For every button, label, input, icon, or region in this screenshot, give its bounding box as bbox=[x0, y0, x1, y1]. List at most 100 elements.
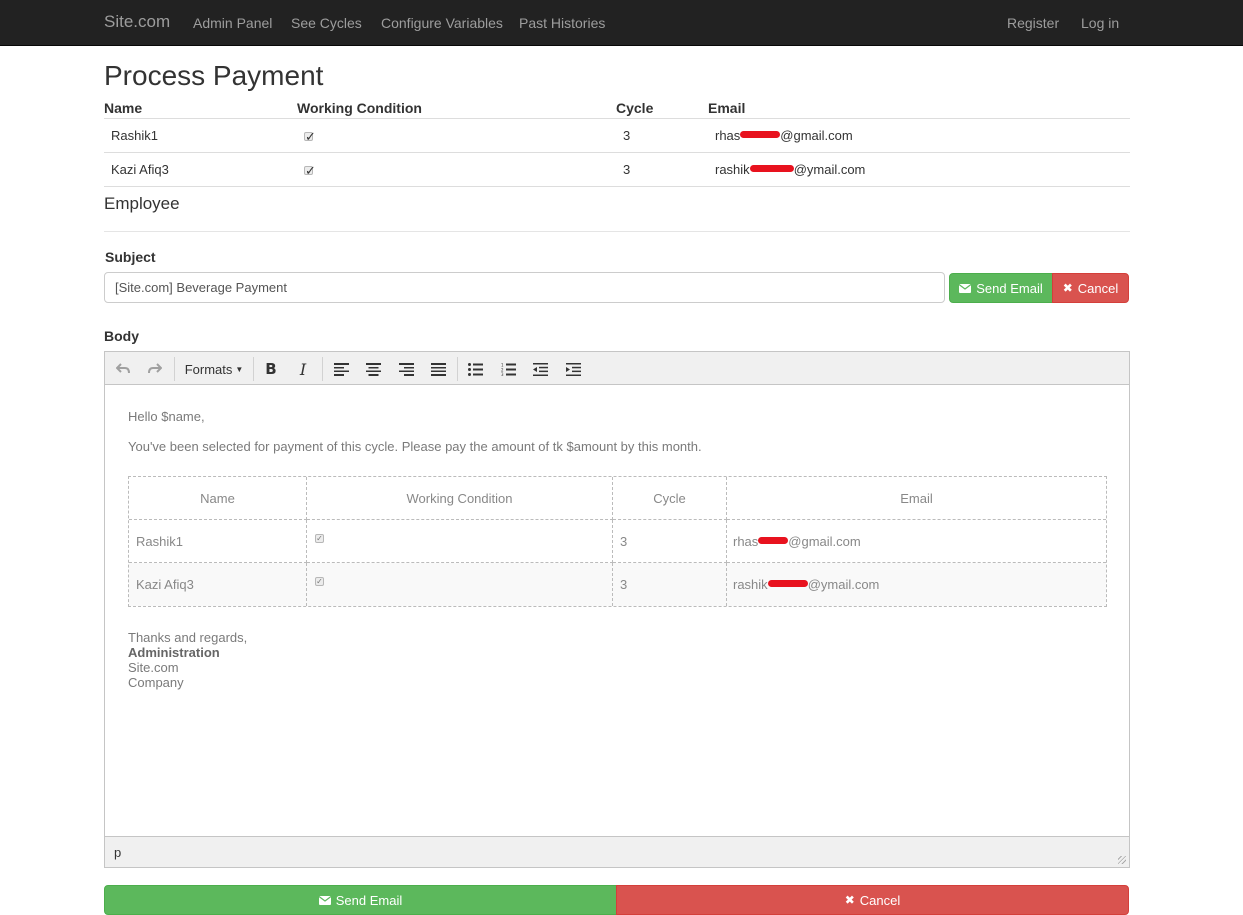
body-table: Name Working Condition Cycle Email Rashi… bbox=[128, 476, 1107, 607]
toolbar-separator bbox=[174, 357, 175, 381]
email-domain: @gmail.com bbox=[780, 128, 853, 143]
nav-past-histories[interactable]: Past Histories bbox=[519, 14, 605, 32]
email-domain: @gmail.com bbox=[788, 534, 861, 549]
email-prefix: rashik bbox=[733, 577, 768, 592]
body-label: Body bbox=[104, 328, 139, 344]
header-cycle: Cycle bbox=[616, 100, 654, 116]
italic-icon[interactable]: I bbox=[293, 358, 313, 380]
resize-handle-icon[interactable] bbox=[1118, 856, 1126, 864]
working-checkbox[interactable]: ✓ bbox=[315, 534, 324, 543]
body-header-name: Name bbox=[129, 477, 307, 520]
nav-admin-panel[interactable]: Admin Panel bbox=[193, 14, 272, 32]
redo-icon[interactable] bbox=[145, 358, 165, 380]
send-email-bottom-button[interactable]: Send Email bbox=[104, 885, 617, 915]
message-text: You've been selected for payment of this… bbox=[128, 439, 702, 454]
cell-name: Kazi Afiq3 bbox=[111, 162, 169, 177]
body-cell-email: rhas @gmail.com bbox=[727, 520, 1106, 563]
body-cell-working: ✓ bbox=[307, 520, 613, 563]
bullet-list-icon[interactable] bbox=[465, 358, 485, 380]
align-justify-icon[interactable] bbox=[428, 358, 448, 380]
toolbar-separator bbox=[253, 357, 254, 381]
body-header-working-condition: Working Condition bbox=[307, 477, 613, 520]
email-prefix: rhas bbox=[733, 534, 759, 549]
cell-cycle: 3 bbox=[623, 128, 631, 143]
signoff-line: Thanks and regards, bbox=[128, 630, 248, 645]
svg-text:3: 3 bbox=[501, 372, 504, 376]
email-domain: @ymail.com bbox=[793, 162, 866, 177]
working-checkbox[interactable]: ✓ bbox=[304, 130, 316, 143]
top-navbar: Site.com Admin Panel See Cycles Configur… bbox=[0, 0, 1243, 46]
nav-configure-variables[interactable]: Configure Variables bbox=[381, 14, 503, 32]
send-email-button[interactable]: Send Email bbox=[949, 273, 1053, 303]
email-prefix: rhas bbox=[715, 128, 741, 143]
editor-statusbar: p bbox=[105, 836, 1129, 867]
signature-block: Thanks and regards, Administration Site.… bbox=[128, 630, 247, 690]
close-icon: ✖ bbox=[1062, 281, 1073, 295]
signoff-company: Company bbox=[128, 675, 184, 690]
header-email: Email bbox=[708, 100, 746, 116]
header-name: Name bbox=[104, 100, 143, 116]
cancel-label: Cancel bbox=[1077, 280, 1119, 296]
body-cell-name: Kazi Afiq3 bbox=[129, 563, 307, 606]
subject-label: Subject bbox=[105, 249, 156, 265]
table-row: Kazi Afiq3 ✓ 3 rashik @ymail.com bbox=[104, 153, 1130, 187]
working-checkbox[interactable]: ✓ bbox=[315, 577, 324, 586]
cancel-label: Cancel bbox=[859, 892, 901, 908]
cell-email: rashik @ymail.com bbox=[715, 162, 865, 177]
body-header-cycle: Cycle bbox=[613, 477, 727, 520]
align-center-icon[interactable] bbox=[363, 358, 383, 380]
working-checkbox[interactable]: ✓ bbox=[304, 164, 316, 177]
cell-cycle: 3 bbox=[623, 162, 631, 177]
cancel-button[interactable]: ✖ Cancel bbox=[1052, 273, 1129, 303]
align-left-icon[interactable] bbox=[331, 358, 351, 380]
cell-email: rhas @gmail.com bbox=[715, 128, 853, 143]
element-path[interactable]: p bbox=[114, 845, 121, 860]
nav-login[interactable]: Log in bbox=[1081, 14, 1119, 32]
redaction-mark bbox=[767, 580, 808, 587]
outdent-icon[interactable] bbox=[530, 358, 550, 380]
table-row: Rashik1 ✓ 3 rhas @gmail.com bbox=[104, 119, 1130, 153]
page-title: Process Payment bbox=[104, 60, 324, 91]
envelope-icon bbox=[318, 893, 332, 908]
brand-link[interactable]: Site.com bbox=[104, 13, 170, 31]
table-header: Name Working Condition Cycle Email bbox=[104, 96, 1130, 119]
header-working-condition: Working Condition bbox=[297, 100, 422, 116]
body-cell-cycle: 3 bbox=[613, 520, 727, 563]
numbered-list-icon[interactable]: 123 bbox=[498, 358, 518, 380]
section-divider bbox=[104, 231, 1130, 232]
cell-name: Rashik1 bbox=[111, 128, 158, 143]
email-prefix: rashik bbox=[715, 162, 750, 177]
signoff-org: Administration bbox=[128, 645, 220, 660]
redaction-mark bbox=[749, 165, 794, 172]
greeting-text: Hello $name, bbox=[128, 409, 205, 424]
indent-icon[interactable] bbox=[563, 358, 583, 380]
caret-down-icon: ▼ bbox=[235, 364, 244, 374]
nav-see-cycles[interactable]: See Cycles bbox=[291, 14, 362, 32]
close-icon: ✖ bbox=[844, 893, 855, 907]
toolbar-separator bbox=[457, 357, 458, 381]
toolbar-separator bbox=[322, 357, 323, 381]
bold-icon[interactable]: B bbox=[261, 358, 281, 380]
signoff-site: Site.com bbox=[128, 660, 179, 675]
redaction-mark bbox=[758, 537, 789, 544]
subject-input[interactable] bbox=[104, 272, 945, 303]
nav-register[interactable]: Register bbox=[1007, 14, 1059, 32]
undo-icon[interactable] bbox=[113, 358, 133, 380]
body-header-email: Email bbox=[727, 477, 1106, 520]
body-cell-cycle: 3 bbox=[613, 563, 727, 606]
editor-toolbar: Formats ▼ B I 123 bbox=[105, 352, 1129, 385]
email-domain: @ymail.com bbox=[807, 577, 880, 592]
align-right-icon[interactable] bbox=[396, 358, 416, 380]
editor-content[interactable]: Hello $name, You've been selected for pa… bbox=[105, 386, 1129, 836]
body-cell-name: Rashik1 bbox=[129, 520, 307, 563]
employee-table: Name Working Condition Cycle Email Rashi… bbox=[104, 96, 1130, 187]
envelope-icon bbox=[958, 281, 972, 296]
formats-label: Formats bbox=[184, 361, 233, 377]
formats-dropdown[interactable]: Formats ▼ bbox=[184, 358, 244, 380]
redaction-mark bbox=[740, 131, 781, 138]
cancel-bottom-button[interactable]: ✖ Cancel bbox=[616, 885, 1129, 915]
send-email-label: Send Email bbox=[335, 892, 403, 908]
send-email-label: Send Email bbox=[976, 280, 1043, 296]
rich-text-editor: Formats ▼ B I 123 Hello $name, You've be… bbox=[104, 351, 1130, 868]
body-cell-email: rashik @ymail.com bbox=[727, 563, 1106, 606]
